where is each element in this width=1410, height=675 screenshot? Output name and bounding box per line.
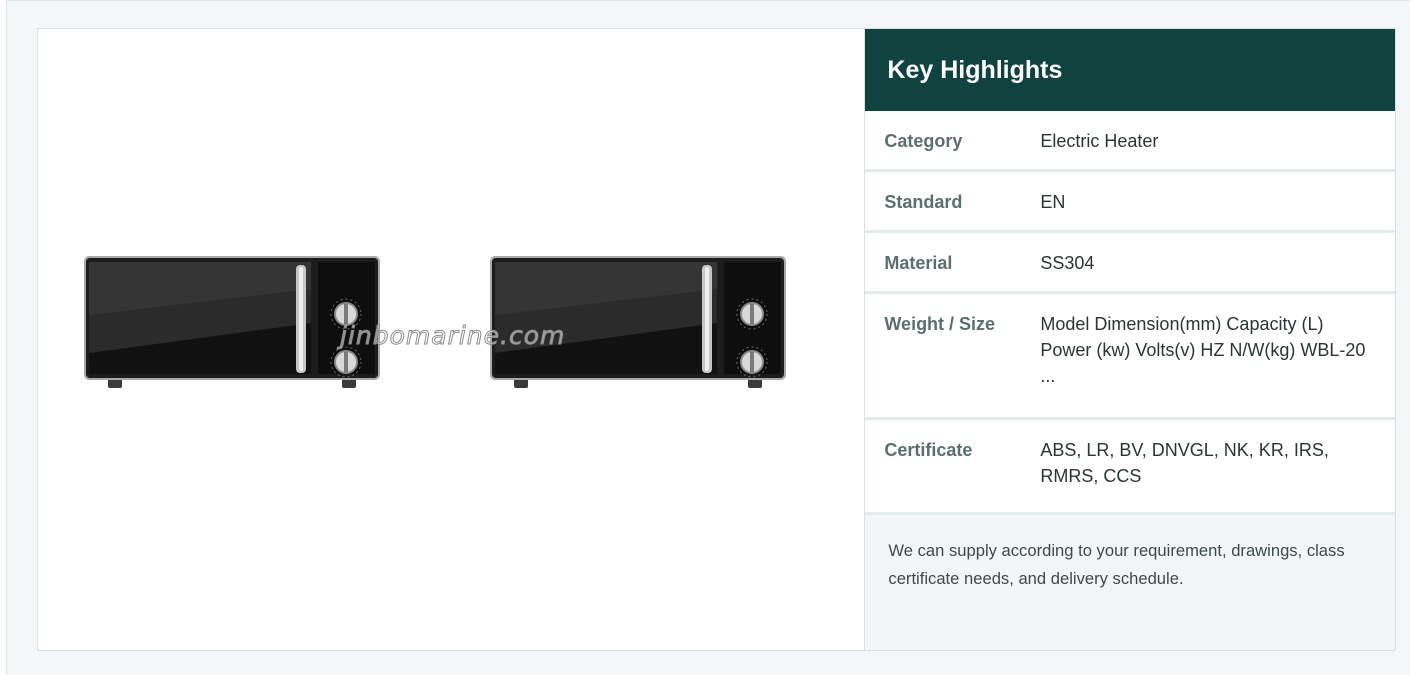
- highlight-row-category: Category Electric Heater: [865, 111, 1395, 172]
- product-image-1[interactable]: [80, 231, 384, 457]
- product-gallery: jinbomarine.com: [38, 29, 866, 650]
- watermark-text: jinbomarine.com: [339, 321, 566, 351]
- highlight-row-standard: Standard EN: [865, 172, 1395, 233]
- key-highlights-panel: Key Highlights Category Electric Heater …: [865, 29, 1395, 650]
- highlight-label: Certificate: [884, 440, 973, 460]
- highlight-value: SS304: [1040, 253, 1095, 273]
- highlight-value: Model Dimension(mm) Capacity (L) Power (…: [1040, 314, 1366, 386]
- key-highlights-title: Key Highlights: [865, 29, 1395, 111]
- microwave-oven-icon: [84, 256, 380, 388]
- highlight-label: Category: [884, 131, 963, 151]
- highlight-label: Material: [884, 253, 953, 273]
- page-background: jinbomarine.com Key Highlights Category …: [6, 0, 1410, 675]
- supply-note: We can supply according to your requirem…: [865, 515, 1395, 650]
- highlight-label: Standard: [884, 192, 963, 212]
- highlight-row-weight-size: Weight / Size Model Dimension(mm) Capaci…: [865, 294, 1395, 420]
- highlight-value: EN: [1040, 192, 1066, 212]
- highlight-label: Weight / Size: [884, 314, 996, 334]
- highlight-value: ABS, LR, BV, DNVGL, NK, KR, IRS, RMRS, C…: [1040, 440, 1329, 486]
- product-card: jinbomarine.com Key Highlights Category …: [37, 28, 1396, 651]
- highlight-row-certificate: Certificate ABS, LR, BV, DNVGL, NK, KR, …: [865, 420, 1395, 515]
- highlight-row-material: Material SS304: [865, 233, 1395, 294]
- highlight-value: Electric Heater: [1040, 131, 1159, 151]
